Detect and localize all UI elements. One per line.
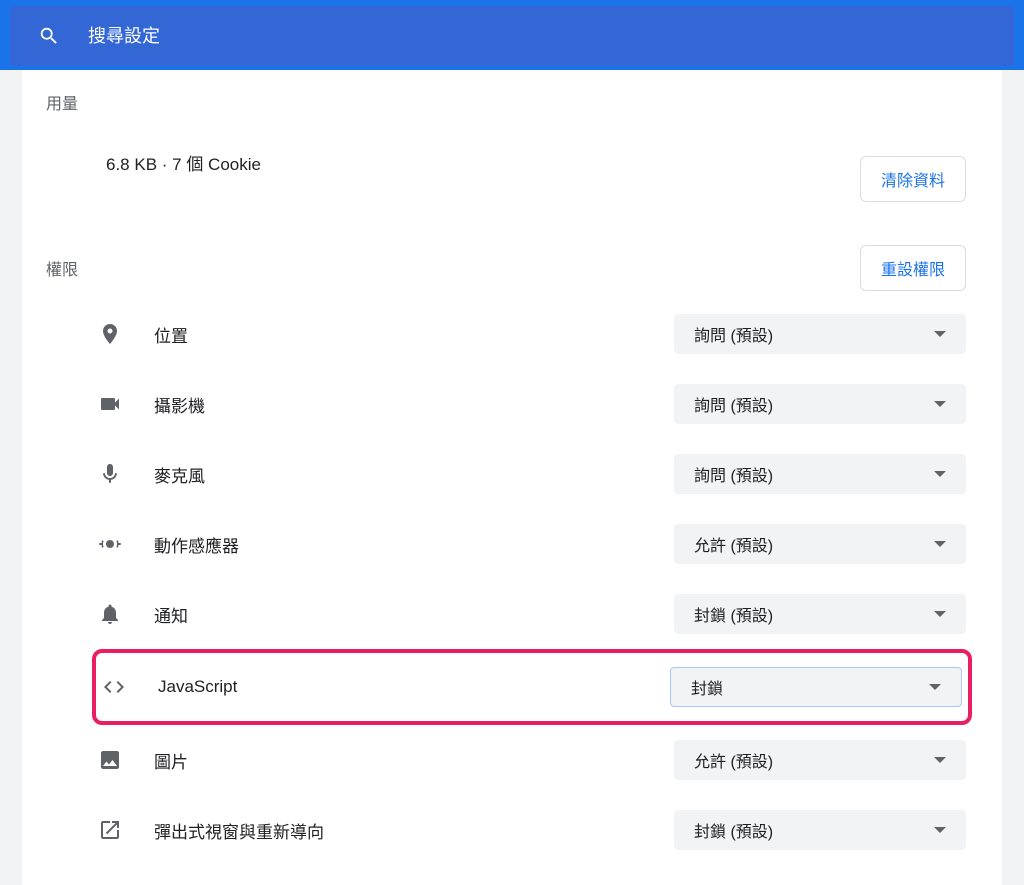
code-icon	[102, 675, 126, 699]
permission-label: 彈出式視窗與重新導向	[154, 818, 674, 843]
permission-row-camera: 攝影機 詢問 (預設)	[98, 369, 966, 439]
chevron-down-icon	[934, 611, 946, 617]
usage-title: 用量	[46, 90, 78, 114]
permission-select-popups[interactable]: 封鎖 (預設)	[674, 810, 966, 850]
permission-label: 位置	[154, 322, 674, 347]
permission-row-javascript: JavaScript 封鎖	[102, 667, 962, 707]
permission-value: 封鎖 (預設)	[694, 818, 773, 842]
permission-row-location: 位置 詢問 (預設)	[98, 299, 966, 369]
image-icon	[98, 748, 122, 772]
motion-sensor-icon	[98, 532, 122, 556]
usage-text: 6.8 KB · 7 個 Cookie	[106, 150, 261, 175]
chevron-down-icon	[934, 757, 946, 763]
permission-row-motion-sensor: 動作感應器 允許 (預設)	[98, 509, 966, 579]
popup-icon	[98, 818, 122, 842]
permission-value: 封鎖	[691, 675, 723, 699]
permission-label: 圖片	[154, 748, 674, 773]
notifications-icon	[98, 602, 122, 626]
chevron-down-icon	[934, 471, 946, 477]
permission-row-popups: 彈出式視窗與重新導向 封鎖 (預設)	[98, 795, 966, 865]
search-bar[interactable]	[10, 6, 1014, 66]
permission-value: 詢問 (預設)	[694, 392, 773, 416]
permission-label: 攝影機	[154, 392, 674, 417]
permission-value: 封鎖 (預設)	[694, 602, 773, 626]
permission-select-location[interactable]: 詢問 (預設)	[674, 314, 966, 354]
permission-label: 通知	[154, 602, 674, 627]
permission-value: 允許 (預設)	[694, 748, 773, 772]
permission-label: 麥克風	[154, 462, 674, 487]
chevron-down-icon	[929, 684, 941, 690]
camera-icon	[98, 392, 122, 416]
chevron-down-icon	[934, 331, 946, 337]
search-input[interactable]	[88, 26, 986, 47]
permission-value: 允許 (預設)	[694, 532, 773, 556]
highlighted-permission-javascript: JavaScript 封鎖	[92, 649, 972, 725]
permission-row-microphone: 麥克風 詢問 (預設)	[98, 439, 966, 509]
reset-permissions-button[interactable]: 重設權限	[860, 245, 966, 291]
clear-data-button[interactable]: 清除資料	[860, 156, 966, 202]
chevron-down-icon	[934, 401, 946, 407]
chevron-down-icon	[934, 827, 946, 833]
microphone-icon	[98, 462, 122, 486]
permission-select-images[interactable]: 允許 (預設)	[674, 740, 966, 780]
permission-value: 詢問 (預設)	[694, 322, 773, 346]
search-icon	[38, 25, 60, 47]
permission-label: 動作感應器	[154, 532, 674, 557]
location-icon	[98, 322, 122, 346]
permission-row-notifications: 通知 封鎖 (預設)	[98, 579, 966, 649]
permission-select-microphone[interactable]: 詢問 (預設)	[674, 454, 966, 494]
permission-select-camera[interactable]: 詢問 (預設)	[674, 384, 966, 424]
permissions-title: 權限	[46, 256, 78, 280]
permission-value: 詢問 (預設)	[694, 462, 773, 486]
permission-row-images: 圖片 允許 (預設)	[98, 725, 966, 795]
permission-select-javascript[interactable]: 封鎖	[670, 667, 962, 707]
permission-select-motion-sensor[interactable]: 允許 (預設)	[674, 524, 966, 564]
permission-select-notifications[interactable]: 封鎖 (預設)	[674, 594, 966, 634]
permission-label: JavaScript	[158, 677, 670, 697]
chevron-down-icon	[934, 541, 946, 547]
